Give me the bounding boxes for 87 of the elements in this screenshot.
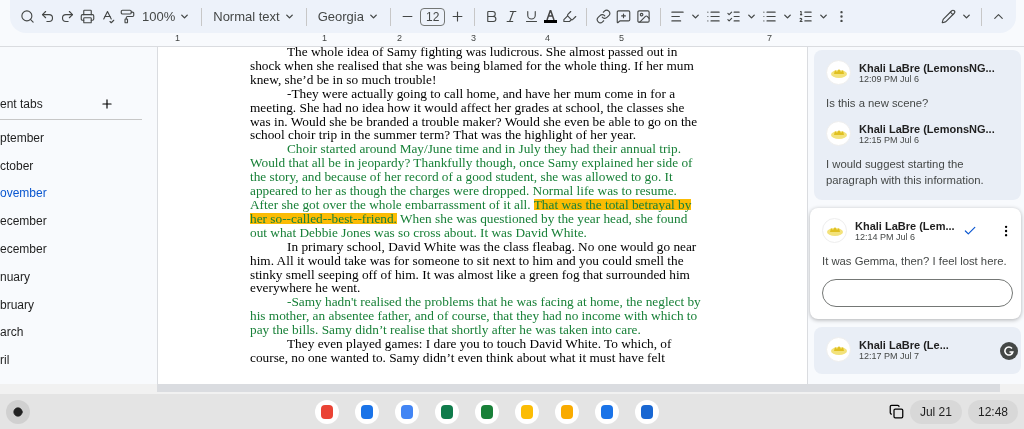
tab-item[interactable]: ecember: [0, 235, 157, 263]
app-icon[interactable]: [314, 399, 339, 424]
numbered-list-icon[interactable]: [798, 9, 814, 24]
comment-time: 12:14 PM Jul 6: [855, 231, 917, 242]
ruler-number: 7: [767, 33, 772, 43]
comment-text: I would suggest starting the paragraph with this information.: [826, 157, 985, 188]
app-icon[interactable]: [634, 399, 659, 424]
bullet-list-icon[interactable]: [762, 9, 778, 24]
add-tab-icon[interactable]: [100, 97, 114, 111]
comment-text: Is this a new scene?: [826, 96, 930, 111]
comment-card[interactable]: Khali LaBre (Le... 12:17 PM Jul 7: [814, 327, 1021, 374]
tab-item[interactable]: ecember: [0, 207, 157, 236]
app-icon[interactable]: [394, 399, 419, 424]
reply-field[interactable]: [822, 279, 1013, 307]
paragraph: -They were actually going to call home, and have her mum come in for a meeting. She had no idea how it would affect her grades at school, the classes she was in. Would she be branded a trouble maker? Would she even be able to go on the school choir trip in the summer term? That was the highlight of her year.: [250, 86, 699, 143]
font-dropdown[interactable]: Georgia: [315, 7, 381, 26]
ruler-number: 1: [322, 33, 327, 43]
tab-item[interactable]: ctober: [0, 151, 157, 180]
caret-icon: [818, 11, 830, 22]
caret-icon: [367, 11, 379, 22]
caret-icon: [690, 11, 702, 22]
paragraph: Choir started around May/June time and in July they had their annual trip. Would that all be in jeopardy? Thankfully though, once Samy explained her side of the story, and because of her record of a good student, she was allowed to go. It appeared to her as though the charges were dropped. Normal life was to resume. After she got over the whole embarrassment of it all. That was the total betrayal by her so--called--best--friend. When she was questioned by the year head, she found out what Debbie Jones was so cross about. It was David White.: [250, 142, 694, 240]
link-icon[interactable]: [596, 9, 612, 24]
comment-author: Khali LaBre (Le...: [859, 338, 950, 351]
comment-card[interactable]: Khali LaBre (LemonsNG... 12:09 PM Jul 6 Is this a new scene? Khali LaBre (LemonsNG... 12:15 PM Jul 6 I would suggest starting the paragraph with this information.: [814, 50, 1021, 200]
redo-icon[interactable]: [60, 9, 75, 24]
align-icon[interactable]: [670, 9, 686, 24]
comment-author: Khali LaBre (LemonsNG...: [859, 61, 996, 74]
paragraph: The whole idea of Samy fighting was ludicrous. She almost passed out in shock when she realised that she was being blamed for the whole thing. If her mum knew, she’d be in so much trouble!: [250, 47, 695, 87]
tab-item[interactable]: ovember: [0, 179, 157, 208]
sidebar-title: ent tabs: [0, 97, 43, 111]
style-dropdown[interactable]: Normal text: [211, 7, 297, 26]
comment-time: 12:15 PM Jul 6: [859, 134, 921, 145]
app-icon[interactable]: [434, 399, 459, 424]
font-size-field[interactable]: 12: [419, 7, 446, 26]
image-icon[interactable]: [636, 9, 652, 24]
tab-item[interactable]: bruary: [0, 290, 157, 319]
comment-author: Khali LaBre (LemonsNG...: [859, 122, 996, 135]
clock-button[interactable]: 12:48: [967, 399, 1018, 424]
comment-time: 12:17 PM Jul 7: [859, 350, 921, 361]
launcher-button[interactable]: [6, 399, 30, 424]
tab-item[interactable]: ptember: [0, 124, 157, 152]
crown-logo-icon: [830, 344, 847, 355]
spellcheck-icon[interactable]: [100, 9, 115, 24]
italic-icon[interactable]: [504, 9, 520, 24]
crown-logo-icon: [826, 225, 843, 236]
ruler-number: 1: [175, 33, 180, 43]
launcher-icon: [13, 406, 23, 417]
paragraph: In primary school, David White was the class fleabag. No one would go near him. All it would take was for someone to sit next to him and you could smell the stinky smell seeping off of him. It was almost like a green fog that surrounded him everywhere he went.: [250, 239, 698, 296]
crown-logo-icon: [830, 67, 847, 78]
ruler-number: 3: [471, 33, 476, 43]
underline-icon[interactable]: [524, 9, 540, 24]
comment-text: It was Gemma, then? I feel lost here.: [822, 254, 1008, 269]
zoom-dropdown[interactable]: 100%: [140, 7, 193, 26]
ruler-number: 2: [397, 33, 402, 43]
tab-item[interactable]: arch: [0, 318, 157, 347]
search-icon[interactable]: [20, 9, 35, 24]
pencil-icon[interactable]: [941, 9, 956, 24]
tab-item[interactable]: nuary: [0, 263, 157, 291]
paint-format-icon[interactable]: [120, 9, 135, 24]
ruler-number: 5: [619, 33, 624, 43]
tray-icon[interactable]: [888, 404, 904, 419]
comment-time: 12:09 PM Jul 6: [859, 73, 921, 84]
highlighter-icon[interactable]: [562, 9, 578, 24]
increase-size-icon[interactable]: [450, 9, 466, 24]
app-icon[interactable]: [594, 399, 619, 424]
app-icon[interactable]: [354, 399, 379, 424]
caret-icon: [961, 11, 972, 22]
undo-icon[interactable]: [40, 9, 55, 24]
checklist-icon[interactable]: [726, 9, 742, 24]
caret-icon: [179, 11, 191, 22]
scrollbar[interactable]: [157, 384, 1000, 392]
crown-logo-icon: [830, 128, 847, 139]
paragraph: -Samy hadn't realised the problems that he was facing at home, the neglect by his mother, an absentee father, and of course, that they had no income with which to pay the bills. Samy didn’t realise that shortly after he was taken into care.: [250, 295, 702, 338]
caret-icon: [746, 11, 758, 22]
text-color-icon[interactable]: [544, 10, 558, 23]
tab-item[interactable]: ril: [0, 346, 157, 375]
print-icon[interactable]: [80, 9, 95, 24]
date-button[interactable]: Jul 21: [909, 399, 962, 424]
comment-author: Khali LaBre (Lem...: [855, 219, 955, 232]
caret-icon: [283, 11, 295, 22]
app-icon[interactable]: [474, 399, 499, 424]
comment-card[interactable]: Khali LaBre (Lem... 12:14 PM Jul 6 It was Gemma, then? I feel lost here.: [810, 208, 1021, 319]
paragraph: They even played games: I dare you to touch David White. To which, of course, no one wanted to. Samy didn’t even think about what it must have felt: [250, 337, 673, 365]
caret-icon: [782, 11, 794, 22]
ruler-number: 4: [545, 33, 550, 43]
add-comment-icon[interactable]: [616, 9, 632, 24]
